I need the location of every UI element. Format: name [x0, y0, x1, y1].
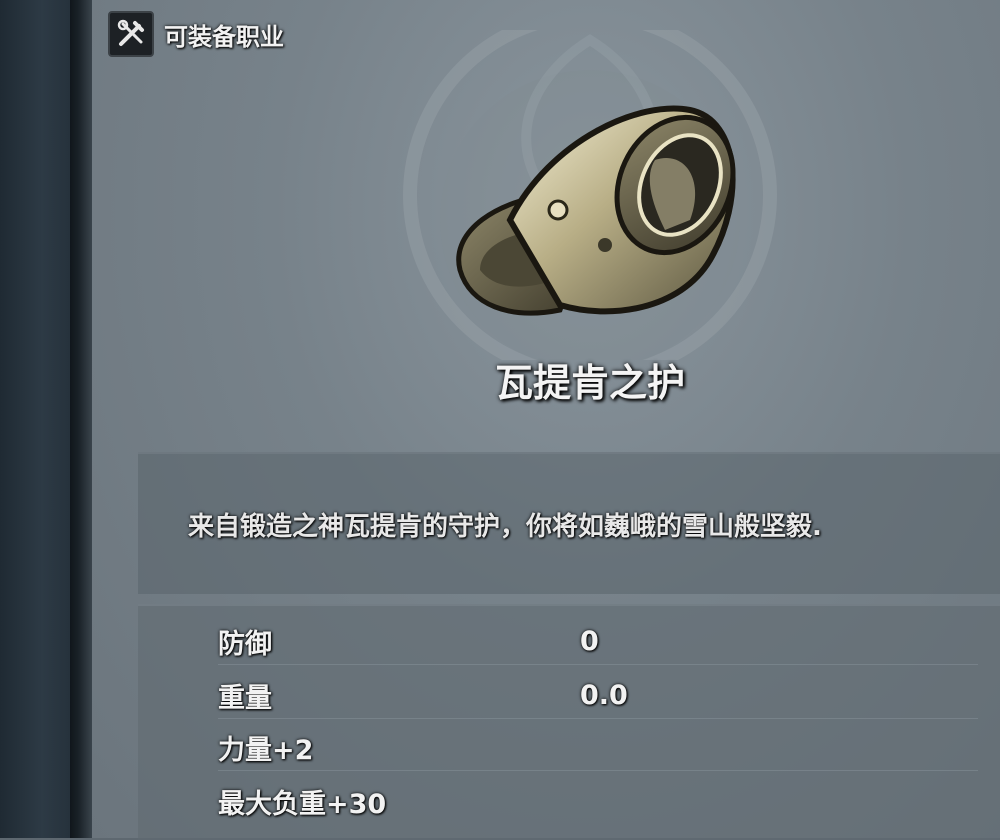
stat-name: 防御	[218, 628, 272, 660]
left-sidebar-strip	[0, 0, 70, 838]
stat-name: 重量	[218, 682, 272, 714]
equippable-classes-header[interactable]: 可装备职业	[108, 11, 284, 57]
item-description: 来自锻造之神瓦提肯的守护，你将如巍峨的雪山般坚毅.	[188, 512, 822, 542]
crossed-tools-icon[interactable]	[108, 11, 154, 57]
bonus-row-max-load: 最大负重+30	[218, 778, 978, 824]
bonus-text: 最大负重+30	[218, 788, 387, 820]
equippable-classes-label: 可装备职业	[164, 22, 284, 51]
panel-frame-edge	[70, 0, 92, 838]
stat-value: 0.0	[580, 679, 628, 711]
stat-value: 0	[580, 625, 599, 657]
bonus-text: 力量+2	[218, 734, 314, 766]
bonus-row-strength: 力量+2	[218, 724, 978, 771]
ring-icon	[456, 105, 736, 316]
stat-row-weight: 重量 0.0	[218, 672, 978, 719]
stat-row-defense: 防御 0	[218, 618, 978, 665]
item-name: 瓦提肯之护	[494, 361, 685, 405]
